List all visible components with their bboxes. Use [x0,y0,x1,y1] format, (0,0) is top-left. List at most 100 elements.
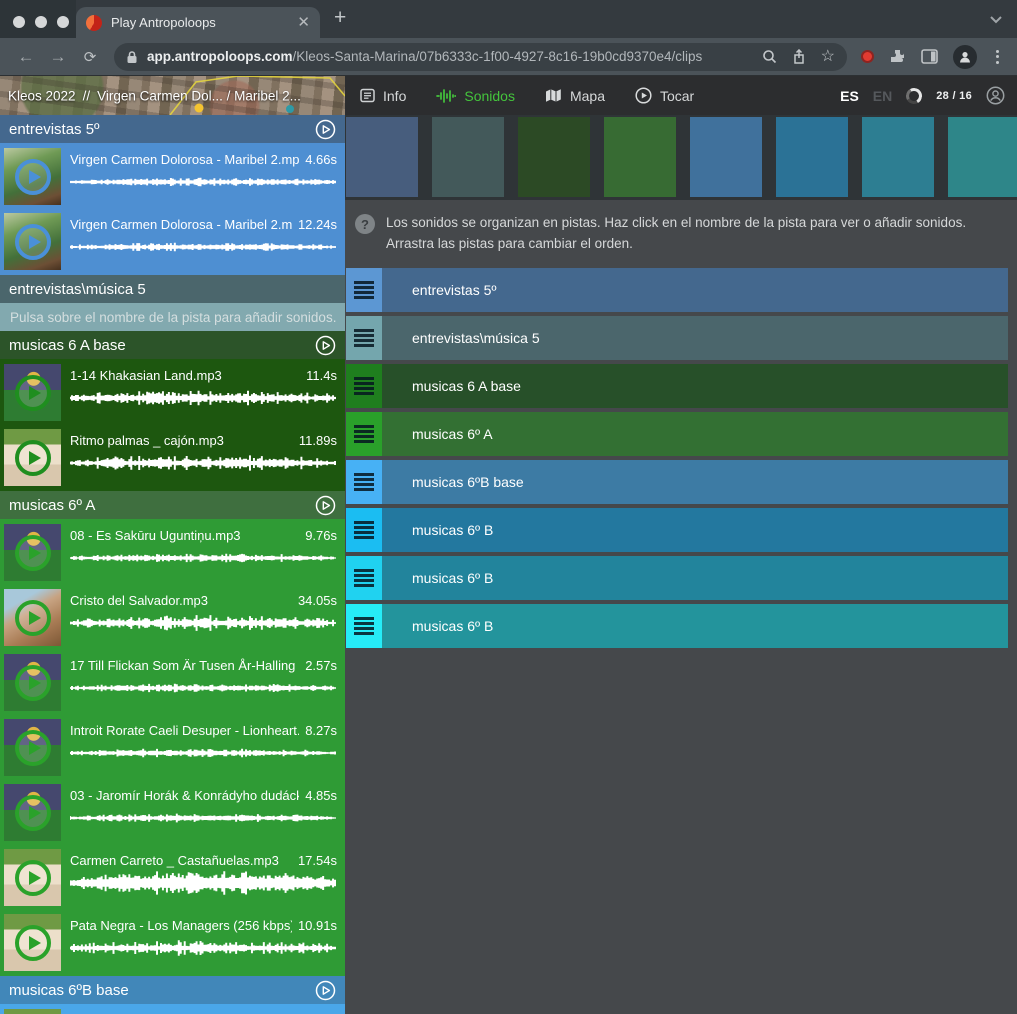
clip-item[interactable]: 1-14 Khakasian Land.mp3 11.4s [0,360,345,425]
breadcrumb-map-banner[interactable]: Kleos 2022 // Virgen Carmen Dol... / Mar… [0,76,345,115]
track-row[interactable]: musicas 6º B [346,556,1008,600]
track-label[interactable]: musicas 6º B [382,570,493,586]
zoom-page-icon[interactable] [762,49,777,64]
track-row[interactable]: entrevistas 5º [346,268,1008,312]
track-drag-handle[interactable] [346,604,382,648]
clip-thumbnail[interactable] [4,364,61,421]
clip-waveform[interactable] [70,870,337,896]
track-drag-handle[interactable] [346,508,382,552]
extensions-puzzle-icon[interactable] [889,48,906,65]
track-label[interactable]: entrevistas 5º [382,282,497,298]
record-extension-icon[interactable] [861,50,874,63]
sidebar-section-header[interactable]: musicas 6 A base [0,331,345,359]
tab-info[interactable]: Info [360,88,406,104]
account-icon[interactable] [986,86,1005,105]
tab-close-icon[interactable]: ✕ [297,15,310,30]
clip-waveform[interactable] [70,234,337,260]
track-row[interactable]: musicas 6º A [346,412,1008,456]
track-row[interactable]: musicas 6º B [346,508,1008,552]
tab-sonidos[interactable]: Sonidos [436,88,515,104]
bookmark-star-icon[interactable]: ☆ [821,49,835,65]
section-play-button[interactable] [315,980,336,1001]
side-panel-icon[interactable] [921,49,938,64]
track-row[interactable]: entrevistas\música 5 [346,316,1008,360]
sidebar-section-header[interactable]: musicas 6º A [0,491,345,519]
reload-button[interactable]: ⟳ [74,48,106,66]
color-swatch[interactable] [346,117,418,197]
sidebar-section-label[interactable]: musicas 6º A [9,497,315,514]
clip-thumbnail[interactable] [4,589,61,646]
sidebar-section-header[interactable]: entrevistas\música 5 [0,275,345,303]
breadcrumb-project[interactable]: Kleos 2022 [8,88,76,103]
share-icon[interactable] [792,49,806,65]
back-button[interactable]: ← [10,47,42,67]
section-play-button[interactable] [315,495,336,516]
track-drag-handle[interactable] [346,460,382,504]
tab-tocar[interactable]: Tocar [635,87,694,104]
clip-item[interactable]: Cristo del Salvador.mp3 34.05s [0,585,345,650]
clip-waveform[interactable] [70,385,337,411]
sidebar-section-header[interactable]: musicas 6ºB base [0,976,345,1004]
browser-tab[interactable]: Play Antropoloops ✕ [76,7,320,38]
breadcrumb-track[interactable]: Virgen Carmen Dol... / Maribel 2... [97,88,301,103]
sidebar-section-header[interactable]: entrevistas 5º [0,115,345,143]
clip-thumbnail[interactable] [4,654,61,711]
color-swatch[interactable] [432,117,504,197]
clip-waveform[interactable] [70,805,337,831]
clip-item[interactable]: 03 - Jaromír Horák & Konrádyho dudácká .… [0,780,345,845]
address-bar[interactable]: app.antropoloops.com/Kleos-Santa-Marina/… [114,43,847,71]
color-swatch[interactable] [518,117,590,197]
track-label[interactable]: musicas 6º B [382,618,493,634]
track-drag-handle[interactable] [346,364,382,408]
clip-thumbnail[interactable] [4,719,61,776]
forward-button[interactable]: → [42,47,74,67]
track-label[interactable]: musicas 6 A base [382,378,521,394]
color-swatch[interactable] [690,117,762,197]
clip-item[interactable]: BASE Pata Negra - Los Managers 3.77s [0,1005,345,1014]
track-row[interactable]: musicas 6ºB base [346,460,1008,504]
track-label[interactable]: musicas 6º B [382,522,493,538]
clip-thumbnail[interactable] [4,849,61,906]
track-label[interactable]: musicas 6º A [382,426,493,442]
sidebar-section-label[interactable]: musicas 6 A base [9,337,315,354]
clip-waveform[interactable] [70,545,337,571]
clip-waveform[interactable] [70,935,337,961]
clip-item[interactable]: 08 - Es Sakūru Uguntiņu.mp3 9.76s [0,520,345,585]
new-tab-button[interactable]: + [334,6,346,30]
track-row[interactable]: musicas 6 A base [346,364,1008,408]
lang-en-button[interactable]: EN [873,88,892,104]
clip-thumbnail[interactable] [4,148,61,205]
clip-waveform[interactable] [70,740,337,766]
track-label[interactable]: musicas 6ºB base [382,474,524,490]
track-drag-handle[interactable] [346,556,382,600]
clip-thumbnail[interactable] [4,914,61,971]
browser-profile-avatar[interactable] [953,45,977,69]
clip-item[interactable]: 17 Till Flickan Som Är Tusen År-Halling … [0,650,345,715]
clip-waveform[interactable] [70,610,337,636]
tab-mapa[interactable]: Mapa [545,88,605,104]
clip-item[interactable]: Pata Negra - Los Managers (256 kbps).mp3… [0,910,345,975]
section-play-button[interactable] [315,335,336,356]
tab-search-chevron-icon[interactable] [989,15,1003,24]
clip-thumbnail[interactable] [4,429,61,486]
clip-item[interactable]: Virgen Carmen Dolorosa - Maribel 2.mp3 4… [0,144,345,209]
sidebar-section-label[interactable]: entrevistas 5º [9,121,315,138]
lang-es-button[interactable]: ES [840,88,859,104]
section-empty-note[interactable]: Pulsa sobre el nombre de la pista para a… [0,303,345,331]
clip-item[interactable]: Virgen Carmen Dolorosa - Maribel 2.mp3 1… [0,209,345,274]
browser-menu-icon[interactable] [992,50,1003,64]
track-drag-handle[interactable] [346,316,382,360]
track-row[interactable]: musicas 6º B [346,604,1008,648]
clip-thumbnail[interactable] [4,213,61,270]
track-drag-handle[interactable] [346,412,382,456]
color-swatch[interactable] [948,117,1017,197]
clip-item[interactable]: Ritmo palmas _ cajón.mp3 11.89s [0,425,345,490]
sidebar-section-label[interactable]: musicas 6ºB base [9,982,315,999]
color-swatch[interactable] [776,117,848,197]
clip-waveform[interactable] [70,675,337,701]
clip-thumbnail[interactable] [4,1009,61,1014]
minimize-window-button[interactable] [35,16,47,28]
clip-waveform[interactable] [70,450,337,476]
clip-waveform[interactable] [70,169,337,195]
color-swatch[interactable] [604,117,676,197]
